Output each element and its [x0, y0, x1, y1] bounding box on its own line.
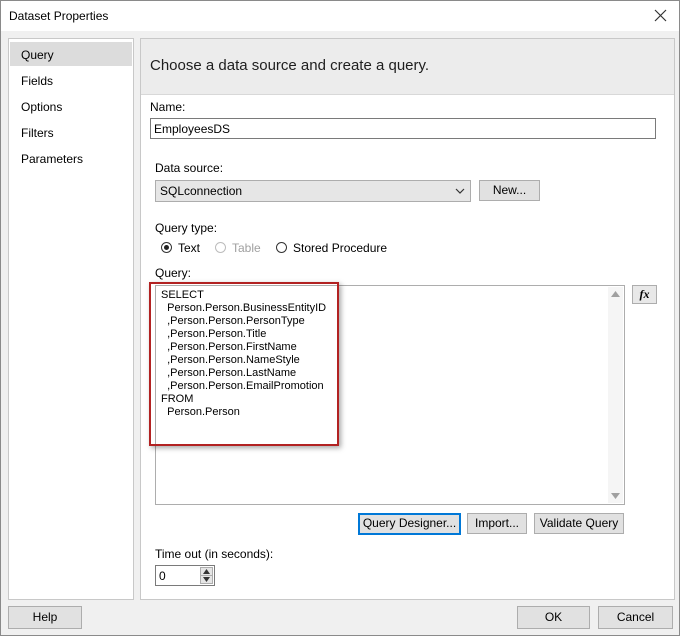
help-button[interactable]: Help	[8, 606, 82, 629]
spin-down-icon	[203, 577, 210, 582]
dataset-properties-dialog: Dataset Properties Query Fields Options …	[0, 0, 680, 636]
radio-stored-procedure-indicator	[276, 242, 287, 253]
query-highlight-box	[149, 282, 339, 446]
name-value: EmployeesDS	[154, 122, 231, 136]
datasource-label: Data source:	[155, 161, 224, 175]
new-datasource-button[interactable]: New...	[479, 180, 540, 201]
panel-header: Choose a data source and create a query.	[141, 39, 674, 95]
query-designer-button[interactable]: Query Designer...	[358, 513, 461, 535]
query-label: Query:	[155, 266, 192, 280]
sidebar-item-label: Parameters	[21, 152, 84, 166]
scroll-down-icon	[611, 493, 620, 499]
sidebar-item-label: Fields	[21, 74, 54, 88]
sidebar-item-options[interactable]: Options	[10, 94, 132, 118]
query-type-label: Query type:	[155, 221, 218, 235]
import-button[interactable]: Import...	[467, 513, 527, 534]
cancel-button[interactable]: Cancel	[598, 606, 673, 629]
radio-text-indicator	[161, 242, 172, 253]
radio-stored-procedure-label: Stored Procedure	[293, 241, 388, 255]
datasource-value: SQLconnection	[160, 184, 243, 198]
sidebar-item-filters[interactable]: Filters	[10, 120, 132, 144]
close-button[interactable]	[643, 1, 679, 31]
scroll-up-icon	[611, 291, 620, 297]
sidebar-item-parameters[interactable]: Parameters	[10, 146, 132, 170]
query-scrollbar[interactable]	[608, 287, 623, 503]
radio-text-label: Text	[178, 241, 201, 255]
datasource-select[interactable]: SQLconnection	[155, 180, 471, 202]
query-panel: Choose a data source and create a query.…	[140, 38, 675, 600]
sidebar-nav: Query Fields Options Filters Parameters	[8, 38, 134, 600]
close-icon	[654, 9, 667, 22]
sidebar-item-fields[interactable]: Fields	[10, 68, 132, 92]
chevron-down-icon	[455, 188, 465, 194]
spin-up-icon	[203, 569, 210, 574]
sidebar-item-label: Query	[21, 48, 54, 62]
timeout-label: Time out (in seconds):	[155, 547, 274, 561]
name-label: Name:	[150, 100, 186, 114]
expression-button[interactable]: fx	[632, 285, 657, 304]
title-bar: Dataset Properties	[1, 1, 679, 31]
sidebar-item-label: Options	[21, 100, 63, 114]
validate-query-button[interactable]: Validate Query	[534, 513, 624, 534]
name-field[interactable]: EmployeesDS	[150, 118, 656, 139]
radio-table-indicator	[215, 242, 226, 253]
timeout-stepper[interactable]: 0	[155, 565, 215, 586]
window-title: Dataset Properties	[9, 9, 109, 23]
radio-table-label: Table	[232, 241, 261, 255]
page-title: Choose a data source and create a query.	[150, 57, 430, 74]
sidebar-item-query[interactable]: Query	[10, 42, 132, 66]
ok-button[interactable]: OK	[517, 606, 590, 629]
sidebar-item-label: Filters	[21, 126, 54, 140]
spin-down-button[interactable]	[200, 575, 213, 584]
timeout-value: 0	[159, 569, 166, 583]
